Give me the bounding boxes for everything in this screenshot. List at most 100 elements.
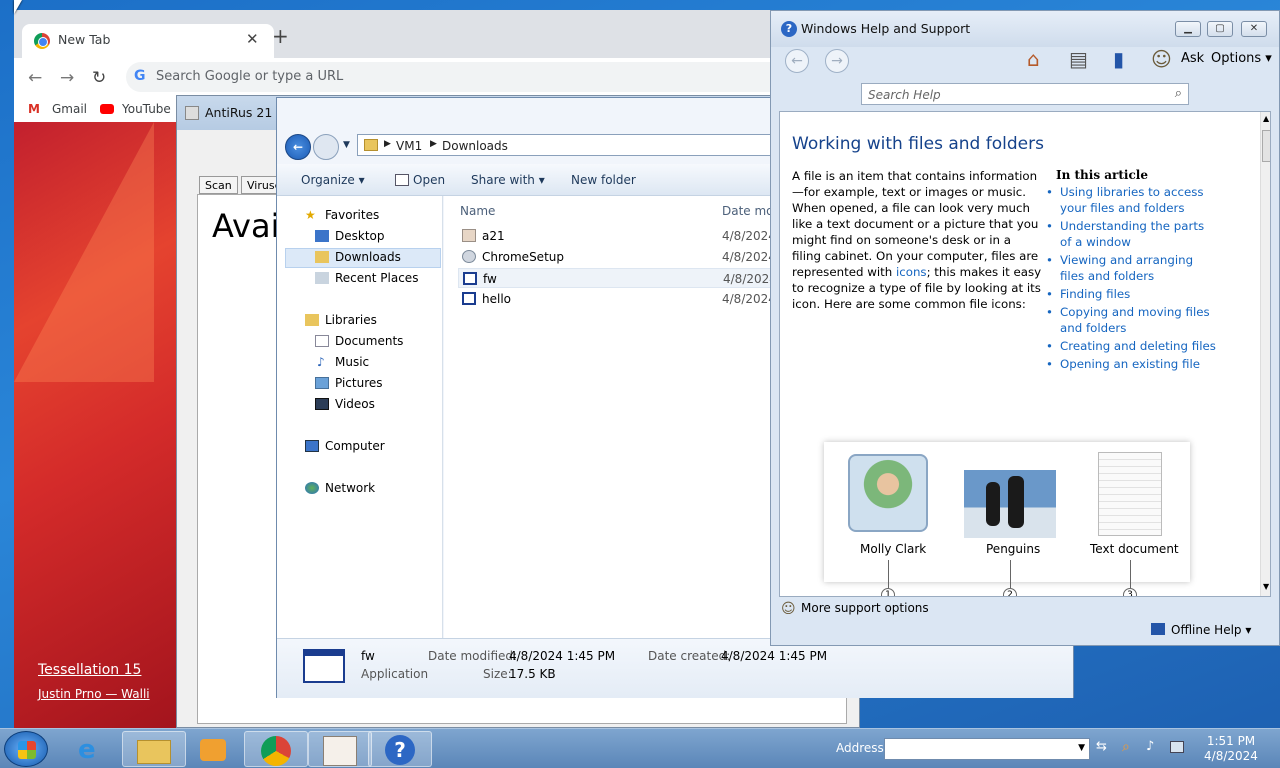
- libraries-icon: [305, 314, 319, 326]
- share-with-button[interactable]: Share with ▾: [471, 173, 545, 187]
- scroll-down-icon[interactable]: ▼: [1263, 582, 1269, 591]
- file-date: 4/8/2024: [722, 292, 776, 306]
- help-heading: Working with files and folders: [792, 134, 1044, 154]
- antirus-heading: Avai: [212, 207, 280, 245]
- taskbar-media-player[interactable]: [182, 731, 246, 767]
- help-back-icon[interactable]: ←: [785, 49, 809, 73]
- nav-desktop[interactable]: Desktop: [335, 229, 385, 243]
- penguin-shape: [1008, 476, 1024, 528]
- penguins-picture-icon: [964, 470, 1056, 538]
- ntp-pattern: [14, 122, 154, 382]
- bookmark-youtube[interactable]: YouTube: [122, 102, 171, 116]
- forward-arrow-icon[interactable]: →: [60, 68, 74, 88]
- forward-button[interactable]: [313, 134, 339, 160]
- taskbar-help[interactable]: ?: [368, 731, 432, 767]
- back-arrow-icon[interactable]: ←: [28, 68, 42, 88]
- taskbar-clock[interactable]: 1:51 PM 4/8/2024: [1196, 734, 1266, 764]
- article-link[interactable]: Understanding the parts of a window: [1046, 218, 1216, 250]
- recent-pages-chevron-icon[interactable]: ▼: [343, 140, 350, 150]
- article-link[interactable]: Creating and deleting files: [1046, 338, 1216, 354]
- scroll-thumb[interactable]: [1262, 130, 1270, 162]
- article-link[interactable]: Viewing and arranging files and folders: [1046, 252, 1216, 284]
- tab-scan[interactable]: Scan: [199, 176, 238, 194]
- help-forward-icon[interactable]: →: [825, 49, 849, 73]
- omnibox[interactable]: G Search Google or type a URL: [126, 62, 786, 92]
- taskbar-explorer[interactable]: [122, 731, 186, 767]
- open-button[interactable]: Open: [413, 173, 445, 187]
- home-icon[interactable]: ⌂: [1027, 47, 1040, 71]
- maximize-button[interactable]: ▢: [1207, 21, 1233, 37]
- nav-music[interactable]: Music: [335, 355, 369, 369]
- nav-downloads[interactable]: Downloads: [335, 250, 401, 264]
- details-pane: fw Application Date modified: 4/8/2024 1…: [277, 638, 1073, 698]
- nav-libraries[interactable]: Libraries: [325, 313, 377, 327]
- taskbar-internet-explorer[interactable]: e: [58, 731, 122, 767]
- article-link[interactable]: Copying and moving files and folders: [1046, 304, 1216, 336]
- application-icon: [463, 272, 477, 285]
- file-date: 4/8/2024: [722, 229, 776, 243]
- open-icon: [395, 174, 409, 186]
- in-this-article-heading: In this article: [1056, 168, 1148, 182]
- network-tray-icon[interactable]: [1170, 741, 1184, 753]
- taskbar-address-input[interactable]: ▼: [884, 738, 1090, 760]
- ask-icon[interactable]: ☺: [1151, 47, 1172, 71]
- taskbar-chrome[interactable]: [244, 731, 308, 767]
- mouse-cursor-icon: [14, 0, 22, 14]
- new-folder-button[interactable]: New folder: [571, 173, 636, 187]
- explorer-address-bar[interactable]: ▶ VM1 ▶ Downloads: [357, 134, 777, 156]
- search-icon[interactable]: ⌕: [1122, 739, 1130, 755]
- search-icon[interactable]: ⌕: [1175, 86, 1182, 101]
- search-help-input[interactable]: Search Help ⌕: [861, 83, 1189, 105]
- offline-help-button[interactable]: Offline Help ▾: [1171, 623, 1251, 637]
- file-name: fw: [483, 272, 497, 286]
- taskbar-antirus[interactable]: [308, 731, 372, 767]
- crumb-downloads[interactable]: Downloads: [442, 139, 508, 153]
- dropdown-chevron-icon[interactable]: ▼: [1078, 743, 1085, 753]
- nav-recent-places[interactable]: Recent Places: [335, 271, 418, 285]
- volume-muted-icon[interactable]: ♪: [1146, 739, 1154, 754]
- recent-places-icon: [315, 272, 329, 284]
- article-link[interactable]: Using libraries to access your files and…: [1046, 184, 1216, 216]
- desktop-icon: [315, 230, 329, 242]
- figure-callout-line: [1010, 560, 1011, 588]
- ntp-wallpaper-author[interactable]: Justin Prno — Walli: [38, 687, 150, 701]
- browse-help-icon[interactable]: ▮: [1113, 47, 1124, 71]
- close-button[interactable]: ✕: [1241, 21, 1267, 37]
- nav-computer[interactable]: Computer: [325, 439, 385, 453]
- minimize-button[interactable]: ▁: [1175, 21, 1201, 37]
- nav-documents[interactable]: Documents: [335, 334, 403, 348]
- gmail-icon: M: [28, 102, 40, 116]
- new-tab-icon[interactable]: +: [272, 24, 289, 48]
- bookmark-gmail[interactable]: Gmail: [52, 102, 87, 116]
- organize-button[interactable]: Organize ▾: [301, 173, 365, 187]
- details-modified-label: Date modified:: [428, 649, 518, 663]
- scroll-up-icon[interactable]: ▲: [1263, 114, 1269, 123]
- more-support-options-link[interactable]: More support options: [801, 601, 929, 615]
- crumb-vm1[interactable]: VM1: [396, 139, 422, 153]
- downloads-folder-icon: [315, 251, 329, 263]
- figure-callout-line: [1130, 560, 1131, 588]
- start-button[interactable]: [4, 731, 48, 767]
- column-name[interactable]: Name: [460, 204, 495, 218]
- help-scrollbar[interactable]: ▲ ▼: [1260, 112, 1270, 596]
- nav-videos[interactable]: Videos: [335, 397, 375, 411]
- nav-pictures[interactable]: Pictures: [335, 376, 383, 390]
- ask-button[interactable]: Ask: [1181, 51, 1204, 66]
- reload-icon[interactable]: ↻: [92, 68, 106, 88]
- article-link[interactable]: Opening an existing file: [1046, 356, 1216, 372]
- music-icon: ♪: [317, 355, 325, 369]
- chrome-tab-new-tab[interactable]: New Tab ✕: [22, 24, 274, 58]
- article-link[interactable]: Finding files: [1046, 286, 1216, 302]
- documents-icon: [315, 335, 329, 347]
- go-arrows-icon[interactable]: ⇆: [1096, 739, 1107, 754]
- back-button[interactable]: ←: [285, 134, 311, 160]
- nav-favorites[interactable]: Favorites: [325, 208, 379, 222]
- close-tab-icon[interactable]: ✕: [246, 30, 259, 48]
- nav-network[interactable]: Network: [325, 481, 375, 495]
- ntp-wallpaper-link[interactable]: Tessellation 15: [38, 662, 141, 678]
- chrome-tab-title: New Tab: [58, 32, 111, 47]
- options-button[interactable]: Options ▾: [1211, 51, 1272, 66]
- icons-link[interactable]: icons: [896, 265, 927, 279]
- penguin-shape: [986, 482, 1000, 526]
- print-icon[interactable]: ▤: [1069, 47, 1088, 71]
